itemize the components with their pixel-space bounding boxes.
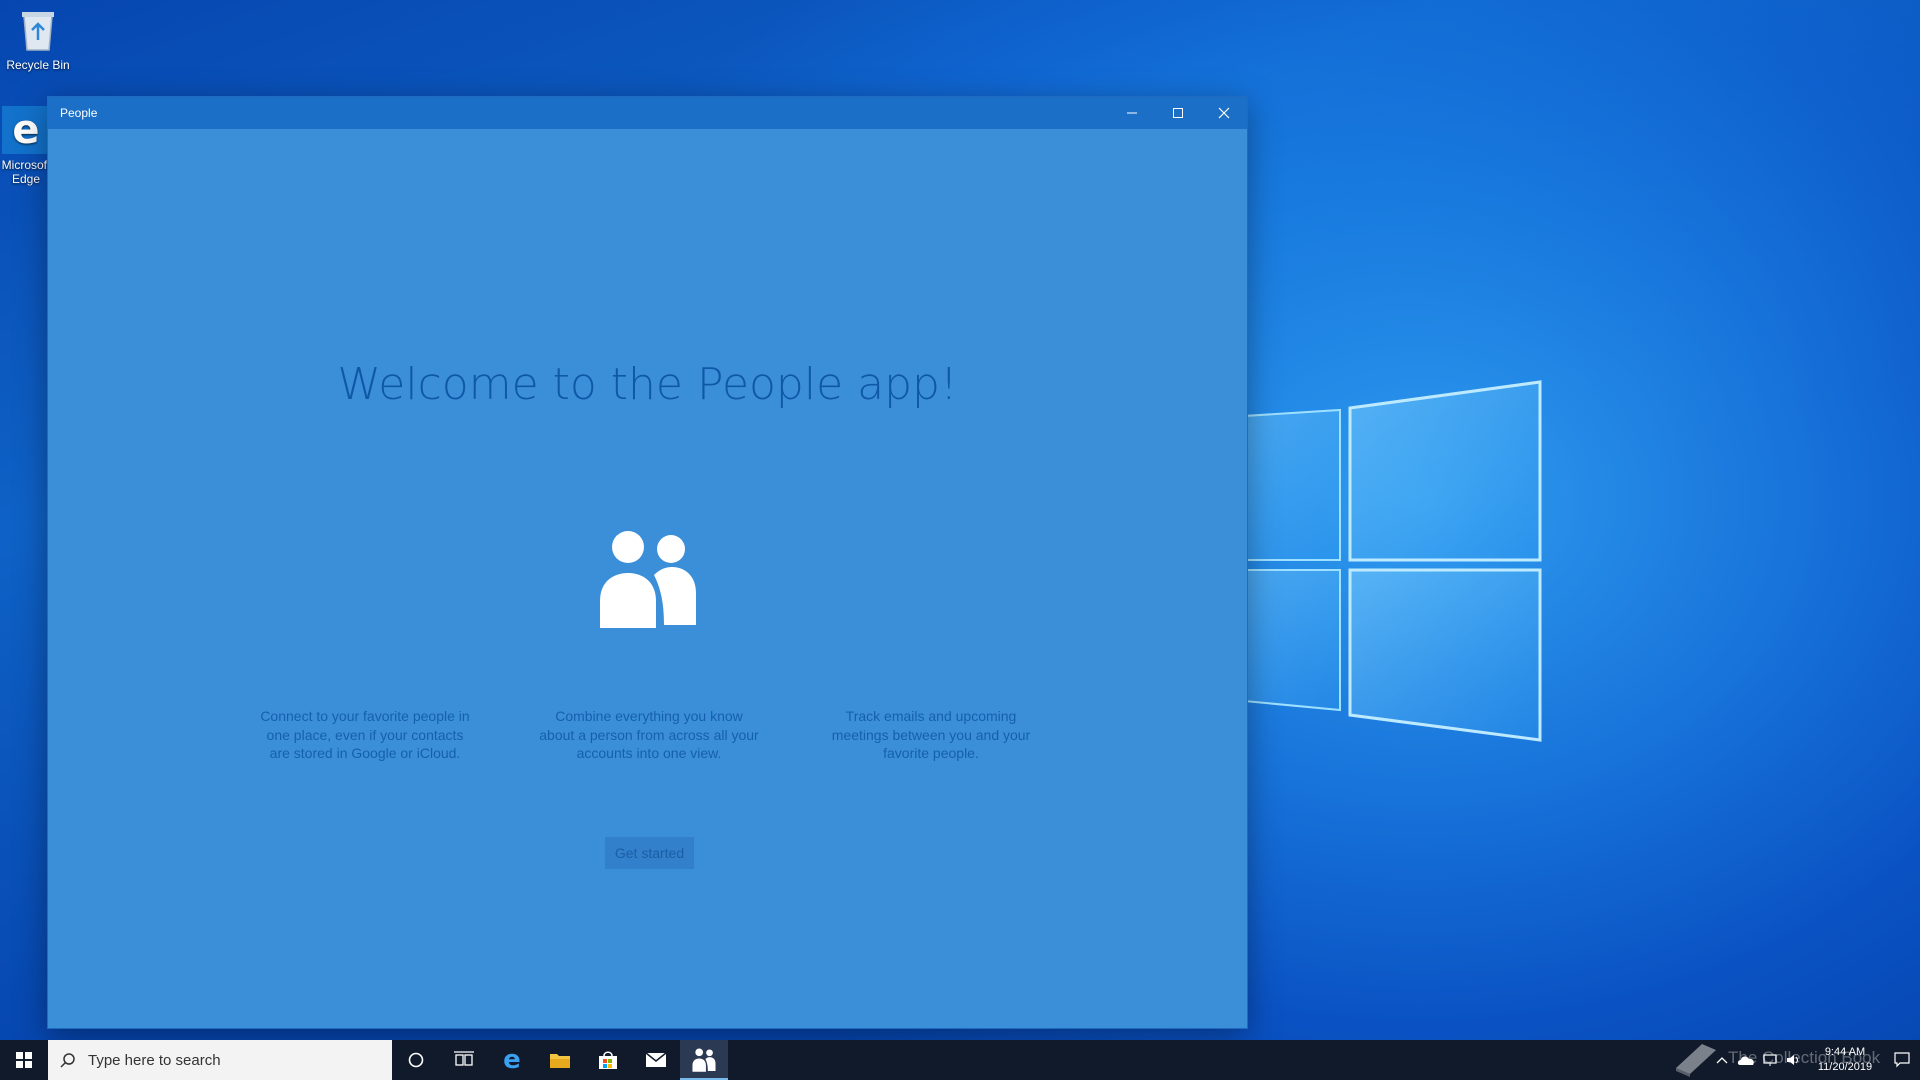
cortana-icon	[408, 1052, 424, 1068]
watermark: The Collection Book	[1672, 1036, 1902, 1080]
cortana-button[interactable]	[392, 1040, 440, 1080]
store-icon	[599, 1051, 617, 1069]
people-app-window: People Welcome to the People app! Connec…	[47, 96, 1248, 1029]
taskbar-people-button[interactable]	[680, 1040, 728, 1080]
windows-start-icon	[16, 1052, 32, 1068]
close-icon	[1218, 107, 1230, 119]
get-started-button[interactable]: Get started	[605, 837, 694, 869]
edge-icon: e	[2, 106, 50, 154]
window-title: People	[60, 106, 98, 120]
edge-icon: e	[503, 1045, 521, 1075]
minimize-button[interactable]	[1109, 97, 1155, 129]
people-icon	[600, 531, 696, 628]
taskbar-search-box[interactable]: Type here to search	[48, 1040, 392, 1080]
file-explorer-icon	[550, 1054, 570, 1068]
search-placeholder: Type here to search	[88, 1051, 221, 1069]
start-button[interactable]	[0, 1040, 48, 1080]
taskbar-store-button[interactable]	[584, 1040, 632, 1080]
feature-connect: Connect to your favorite people in one p…	[260, 708, 470, 761]
book-logo-icon	[1676, 1044, 1716, 1077]
taskbar-mail-button[interactable]	[632, 1040, 680, 1080]
window-titlebar[interactable]: People	[48, 97, 1247, 129]
mail-icon	[645, 1052, 667, 1067]
feature-combine: Combine everything you know about a pers…	[539, 708, 759, 761]
app-content: Welcome to the People app! Connect to yo…	[48, 129, 1247, 1029]
task-view-icon	[454, 1051, 474, 1066]
desktop-icon-label: Recycle Bin	[6, 58, 70, 72]
minimize-icon	[1127, 112, 1137, 114]
feature-list: Connect to your favorite people in one p…	[48, 707, 1247, 767]
desktop-icon-edge[interactable]: e Microsoft Edge	[0, 106, 52, 186]
taskbar: Type here to search e 9:44 AM 11/20/2019	[0, 1040, 1920, 1080]
close-button[interactable]	[1201, 97, 1247, 129]
maximize-button[interactable]	[1155, 97, 1201, 129]
search-icon	[60, 1053, 75, 1068]
task-view-button[interactable]	[440, 1040, 488, 1080]
taskbar-edge-button[interactable]: e	[488, 1040, 536, 1080]
feature-track: Track emails and upcoming meetings betwe…	[831, 708, 1031, 761]
recycle-bin-icon	[14, 6, 62, 54]
taskbar-file-explorer-button[interactable]	[536, 1040, 584, 1080]
desktop-icon-recycle-bin[interactable]: Recycle Bin	[0, 6, 76, 72]
watermark-text: The Collection Book	[1728, 1048, 1881, 1067]
welcome-heading: Welcome to the People app!	[337, 359, 958, 410]
maximize-icon	[1173, 108, 1183, 118]
people-icon	[692, 1048, 716, 1072]
desktop-icon-label: Microsoft Edge	[1, 158, 51, 186]
